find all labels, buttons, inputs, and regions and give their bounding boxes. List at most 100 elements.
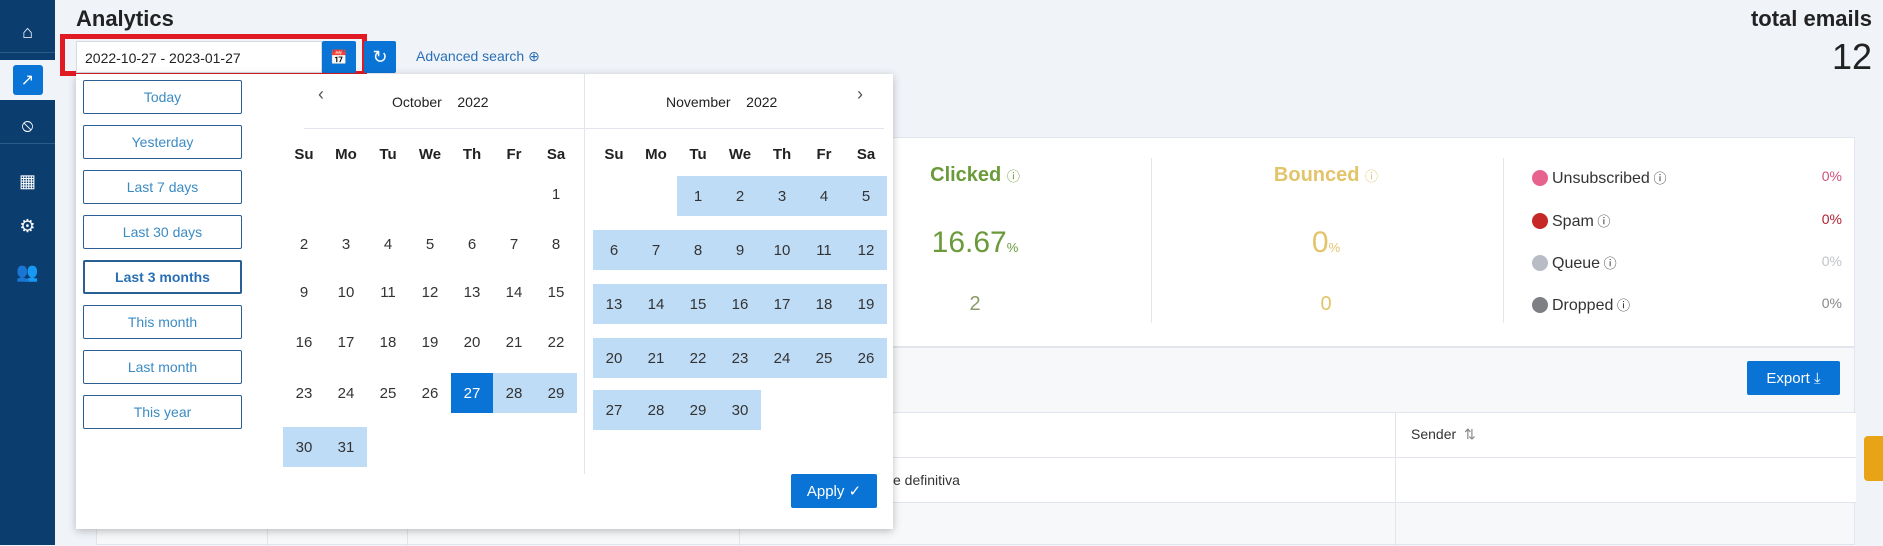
left-month-header: October 2022: [392, 94, 489, 110]
calendar-day[interactable]: 22: [677, 338, 719, 378]
calendar-day[interactable]: 23: [719, 338, 761, 378]
calendar-day[interactable]: 1: [535, 174, 577, 214]
calendar-day[interactable]: 25: [803, 338, 845, 378]
calendar-day[interactable]: 6: [593, 230, 635, 270]
calendar-day[interactable]: 4: [367, 224, 409, 264]
sidebar-item-blocked[interactable]: ⦸: [0, 105, 55, 145]
calendar-day[interactable]: 13: [451, 272, 493, 312]
calendar-day[interactable]: 18: [803, 284, 845, 324]
info-icon[interactable]: ⓘ: [1600, 256, 1617, 271]
page-title: Analytics: [76, 6, 174, 31]
calendar-day[interactable]: 10: [325, 272, 367, 312]
calendar-day[interactable]: 14: [635, 284, 677, 324]
calendar-day[interactable]: 12: [845, 230, 887, 270]
calendar-day[interactable]: 9: [719, 230, 761, 270]
side-stat-label: Spam ⓘ: [1552, 211, 1610, 231]
calendar-day[interactable]: 2: [719, 176, 761, 216]
date-range-input[interactable]: 2022-10-27 - 2023-01-27: [76, 41, 322, 73]
calendar-day[interactable]: 24: [761, 338, 803, 378]
sidebar-item-users[interactable]: 👥: [0, 252, 55, 292]
calendar-day[interactable]: 3: [325, 224, 367, 264]
info-icon[interactable]: ⓘ: [1365, 169, 1378, 184]
clicked-title: Clicked: [930, 164, 1002, 186]
next-month-button[interactable]: ›: [857, 84, 863, 105]
feedback-tab[interactable]: [1864, 436, 1883, 481]
calendar-day[interactable]: 2: [283, 224, 325, 264]
calendar-day[interactable]: 16: [283, 322, 325, 362]
calendar-button[interactable]: 📅: [322, 41, 356, 73]
apply-button[interactable]: Apply ✓: [791, 474, 877, 508]
divider: [0, 52, 55, 53]
preset-yesterday[interactable]: Yesterday: [83, 125, 242, 159]
sidebar-item-home[interactable]: ⌂: [0, 12, 55, 52]
calendar-day[interactable]: 11: [803, 230, 845, 270]
side-stat-label: Queue ⓘ: [1552, 253, 1617, 273]
calendar-day[interactable]: 21: [493, 322, 535, 362]
calendar-day[interactable]: 16: [719, 284, 761, 324]
info-icon[interactable]: ⓘ: [1650, 171, 1666, 186]
calendar-day[interactable]: 12: [409, 272, 451, 312]
calendar-day[interactable]: 8: [535, 224, 577, 264]
calendar-day[interactable]: 7: [635, 230, 677, 270]
calendar-day[interactable]: 27: [451, 373, 493, 413]
calendar-day[interactable]: 29: [535, 373, 577, 413]
calendar-day[interactable]: 1: [677, 176, 719, 216]
calendar-day[interactable]: 17: [761, 284, 803, 324]
calendar-day[interactable]: 28: [493, 373, 535, 413]
info-icon[interactable]: ⓘ: [1594, 214, 1610, 229]
calendar-day[interactable]: 5: [409, 224, 451, 264]
calendar-day[interactable]: 13: [593, 284, 635, 324]
calendar-day[interactable]: 14: [493, 272, 535, 312]
calendar-day[interactable]: 29: [677, 390, 719, 430]
calendar-day[interactable]: 26: [409, 373, 451, 413]
preset-this-year[interactable]: This year: [83, 395, 242, 429]
sidebar-item-apps[interactable]: ▦: [0, 161, 55, 201]
calendar-day[interactable]: 9: [283, 272, 325, 312]
calendar-day[interactable]: 8: [677, 230, 719, 270]
side-stat-row: Unsubscribed ⓘ 0%: [1532, 166, 1842, 190]
calendar-day[interactable]: 15: [677, 284, 719, 324]
advanced-search-link[interactable]: Advanced search ⊕: [416, 48, 540, 65]
calendar-day[interactable]: 3: [761, 176, 803, 216]
calendar-day[interactable]: 25: [367, 373, 409, 413]
calendar-day[interactable]: 11: [367, 272, 409, 312]
calendar-day[interactable]: 15: [535, 272, 577, 312]
calendar-day[interactable]: 4: [803, 176, 845, 216]
calendar-day[interactable]: 19: [845, 284, 887, 324]
calendar-day[interactable]: 21: [635, 338, 677, 378]
refresh-button[interactable]: ↻: [364, 41, 396, 73]
preset-last-7-days[interactable]: Last 7 days: [83, 170, 242, 204]
calendar-day[interactable]: 10: [761, 230, 803, 270]
info-icon[interactable]: ⓘ: [1007, 169, 1020, 184]
calendar-day[interactable]: 7: [493, 224, 535, 264]
info-icon[interactable]: ⓘ: [1613, 298, 1630, 313]
prev-month-button[interactable]: ‹: [318, 84, 324, 105]
calendar-day[interactable]: 26: [845, 338, 887, 378]
calendar-day[interactable]: 31: [325, 427, 367, 467]
calendar-day[interactable]: 27: [593, 390, 635, 430]
calendar-day[interactable]: 20: [451, 322, 493, 362]
calendar-day[interactable]: 18: [367, 322, 409, 362]
calendar-day[interactable]: 30: [283, 427, 325, 467]
calendar-day[interactable]: 20: [593, 338, 635, 378]
sidebar-item-analytics[interactable]: ↗: [0, 60, 55, 100]
calendar-day[interactable]: 23: [283, 373, 325, 413]
export-button[interactable]: Export ⤓: [1747, 361, 1840, 395]
calendar-day[interactable]: 28: [635, 390, 677, 430]
preset-last-30-days[interactable]: Last 30 days: [83, 215, 242, 249]
calendar-day[interactable]: 30: [719, 390, 761, 430]
status-dot: [1532, 255, 1548, 271]
sidebar-item-settings[interactable]: ⚙: [0, 206, 55, 246]
calendar-day[interactable]: 5: [845, 176, 887, 216]
preset-this-month[interactable]: This month: [83, 305, 242, 339]
sender-header[interactable]: Sender ⇅: [1411, 426, 1476, 443]
calendar-day[interactable]: 24: [325, 373, 367, 413]
users-icon: 👥: [16, 261, 39, 282]
preset-today[interactable]: Today: [83, 80, 242, 114]
calendar-day[interactable]: 17: [325, 322, 367, 362]
calendar-day[interactable]: 6: [451, 224, 493, 264]
preset-last-month[interactable]: Last month: [83, 350, 242, 384]
calendar-day[interactable]: 19: [409, 322, 451, 362]
calendar-day[interactable]: 22: [535, 322, 577, 362]
preset-last-3-months[interactable]: Last 3 months: [83, 260, 242, 294]
